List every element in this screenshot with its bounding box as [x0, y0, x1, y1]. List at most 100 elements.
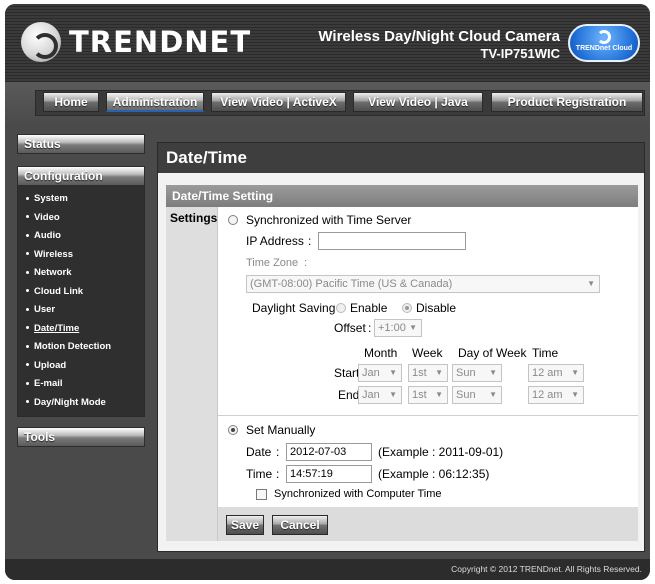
end-day-value: Sun [456, 389, 476, 401]
sidebar-item-upload[interactable]: Upload [18, 357, 144, 376]
time-server-radio[interactable] [228, 215, 238, 225]
sidebar-item-system[interactable]: System [18, 190, 144, 209]
offset-select[interactable]: +1:00 ▼ [374, 319, 422, 337]
cloud-badge-text: TRENDnet Cloud [575, 45, 633, 52]
end-day-select[interactable]: Sun ▼ [452, 386, 502, 404]
date-input[interactable] [286, 443, 372, 461]
brand-logo: TRENDNET [21, 22, 251, 62]
cloud-badge: TRENDnet Cloud [568, 24, 640, 62]
sidebar-item-network[interactable]: Network [18, 264, 144, 283]
sidebar-item-label: Audio [34, 230, 61, 241]
sidebar-configuration[interactable]: Configuration [17, 166, 145, 186]
page-title: Date/Time [158, 143, 644, 173]
end-time-select[interactable]: 12 am ▼ [528, 386, 584, 404]
bullet-icon [26, 196, 29, 200]
nav-product-registration[interactable]: Product Registration [491, 92, 643, 112]
bullet-icon [26, 233, 29, 237]
bullet-icon [26, 270, 29, 274]
time-server-label: Synchronized with Time Server [246, 213, 412, 227]
sidebar-item-wireless[interactable]: Wireless [18, 246, 144, 265]
product-info: Wireless Day/Night Cloud Camera TV-IP751… [318, 28, 560, 61]
top-nav: Home Administration View Video | ActiveX… [5, 82, 650, 124]
start-label: Start [334, 366, 360, 380]
sidebar-item-video[interactable]: Video [18, 209, 144, 228]
time-zone-colon: : [304, 257, 308, 269]
brand-logo-text: TRENDNET [69, 25, 252, 59]
sidebar-item-day-night-mode[interactable]: Day/Night Mode [18, 394, 144, 413]
end-month-value: Jan [362, 389, 380, 401]
button-row: Save Cancel [218, 507, 638, 541]
start-week-select[interactable]: 1st ▼ [408, 364, 448, 382]
end-week-value: 1st [412, 389, 427, 401]
bullet-icon [26, 381, 29, 385]
bullet-icon [26, 326, 29, 330]
end-month-select[interactable]: Jan ▼ [358, 386, 402, 404]
start-time-select[interactable]: 12 am ▼ [528, 364, 584, 382]
dst-disable-radio[interactable] [402, 303, 412, 313]
start-day-value: Sun [456, 367, 476, 379]
end-label: End [338, 388, 360, 402]
sidebar-item-email[interactable]: E-mail [18, 375, 144, 394]
bullet-icon [26, 289, 29, 293]
end-time-value: 12 am [532, 389, 563, 401]
ip-address-colon: : [308, 234, 312, 248]
set-manually-radio[interactable] [228, 425, 238, 435]
sidebar-item-date-time[interactable]: Date/Time [18, 320, 144, 339]
save-button[interactable]: Save [226, 515, 264, 535]
nav-view-video-java[interactable]: View Video | Java [353, 92, 483, 112]
sidebar-status[interactable]: Status [17, 134, 145, 154]
start-day-select[interactable]: Sun ▼ [452, 364, 502, 382]
nav-home[interactable]: Home [43, 92, 99, 112]
time-example: (Example : 06:12:35) [378, 467, 490, 481]
product-name: Wireless Day/Night Cloud Camera [318, 28, 560, 45]
end-week-select[interactable]: 1st ▼ [408, 386, 448, 404]
time-colon: : [276, 467, 280, 481]
dst-disable-label: Disable [416, 301, 457, 315]
chevron-down-icon: ▼ [489, 368, 497, 377]
sidebar-tools[interactable]: Tools [17, 427, 145, 447]
cloud-power-icon [597, 30, 611, 44]
sidebar-item-cloud-link[interactable]: Cloud Link [18, 283, 144, 302]
sync-computer-checkbox[interactable] [256, 489, 267, 500]
dst-enable-radio[interactable] [336, 303, 346, 313]
bullet-icon [26, 252, 29, 256]
ip-address-label: IP Address [246, 234, 304, 248]
copyright-text: Copyright © 2012 TRENDnet. All Rights Re… [451, 564, 642, 574]
bullet-icon [26, 363, 29, 367]
offset-colon: : [368, 321, 372, 335]
offset-value: +1:00 [378, 322, 406, 334]
product-model: TV-IP751WIC [480, 46, 560, 61]
sidebar-item-user[interactable]: User [18, 301, 144, 320]
start-month-select[interactable]: Jan ▼ [358, 364, 402, 382]
date-example: (Example : 2011-09-01) [378, 445, 504, 459]
sidebar-item-label: Video [34, 211, 60, 223]
col-week: Week [412, 346, 443, 360]
start-week-value: 1st [412, 367, 427, 379]
bullet-icon [26, 215, 29, 219]
sync-computer-label: Synchronized with Computer Time [274, 488, 442, 500]
bullet-icon [26, 307, 29, 311]
sidebar-item-label: System [34, 193, 68, 204]
sidebar-item-motion-detection[interactable]: Motion Detection [18, 338, 144, 357]
settings-form: Synchronized with Time Server IP Address… [218, 207, 638, 541]
sidebar-item-label: Upload [34, 359, 67, 371]
sidebar-item-label: Motion Detection [34, 341, 112, 352]
date-label: Date [246, 445, 272, 459]
bullet-icon [26, 344, 29, 348]
sidebar-item-label: Day/Night Mode [34, 396, 106, 408]
col-time: Time [532, 346, 559, 360]
time-zone-label: Time Zone [246, 257, 299, 269]
daylight-saving-label: Daylight Saving [252, 301, 336, 315]
cancel-button[interactable]: Cancel [272, 515, 328, 535]
time-label: Time [246, 467, 273, 481]
sidebar-item-label: Cloud Link [34, 285, 84, 297]
nav-administration[interactable]: Administration [106, 92, 204, 112]
sidebar: Status Configuration System Video Audio … [17, 134, 149, 447]
settings-label: Settings [166, 207, 218, 541]
sidebar-item-audio[interactable]: Audio [18, 227, 144, 246]
ip-address-input[interactable] [318, 232, 466, 250]
time-zone-select[interactable]: (GMT-08:00) Pacific Time (US & Canada) ▼ [246, 275, 600, 293]
dst-enable-label: Enable [350, 301, 388, 315]
time-input[interactable] [286, 465, 372, 483]
nav-view-video-activex[interactable]: View Video | ActiveX [211, 92, 346, 112]
